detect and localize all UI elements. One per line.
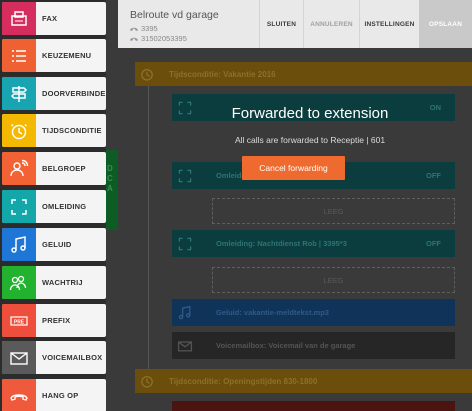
music-note-icon <box>172 299 198 326</box>
component-palette: FAX KEUZEMENU DOORVERBINDEN TIJDSCONDITI… <box>0 0 106 411</box>
flow-connector <box>148 80 149 390</box>
palette-item-label: DOORVERBINDEN <box>42 89 106 98</box>
palette-item-label: GELUID <box>42 240 72 249</box>
palette-item-belgroep[interactable]: BELGROEP <box>2 152 106 185</box>
palette-item-wachtrij[interactable]: WACHTRIJ <box>2 266 106 299</box>
music-note-icon <box>2 228 36 261</box>
voicemail-icon <box>172 332 198 359</box>
empty-slot[interactable]: LEEG <box>212 198 455 224</box>
palette-item-geluid[interactable]: GELUID <box>2 228 106 261</box>
node-label: Geluid: vakantie-meldtekst.mp3 <box>216 308 329 317</box>
number-line: 31502053395 <box>130 34 259 43</box>
time-condition-row[interactable]: Tijdsconditie: Vakantie 2016 <box>135 62 472 86</box>
modal-message: All calls are forwarded to Receptie | 60… <box>234 135 386 145</box>
settings-button[interactable]: INSTELLINGEN <box>359 0 419 48</box>
clock-icon <box>135 62 159 86</box>
sound-node[interactable]: Geluid: vakantie-meldtekst.mp3 <box>172 299 455 326</box>
palette-item-doorverbinden[interactable]: DOORVERBINDEN <box>2 77 106 110</box>
hang-up-icon <box>2 379 36 411</box>
node-label: Omleiding: Nachtdienst Rob | 3395*3 <box>216 239 347 248</box>
next-node[interactable] <box>172 401 455 411</box>
fax-icon <box>2 2 36 35</box>
queue-icon <box>2 266 36 299</box>
palette-item-fax[interactable]: FAX <box>2 2 106 35</box>
node-state: OFF <box>426 239 441 248</box>
modal-title: Forwarded to extension <box>231 105 389 122</box>
cancel-button[interactable]: ANNULEREN <box>303 0 359 48</box>
voicemail-icon <box>2 341 36 374</box>
palette-item-label: KEUZEMENU <box>42 51 92 60</box>
panel-text: D <box>107 164 113 173</box>
svg-text:PRE: PRE <box>14 319 25 325</box>
prefix-icon: PRE <box>2 304 36 337</box>
palette-item-label: WACHTRIJ <box>42 278 83 287</box>
palette-item-label: VOICEMAILBOX <box>42 353 103 362</box>
route-info: Belroute vd garage 3395 31502053395 <box>118 0 259 48</box>
panel-text: C <box>107 174 113 183</box>
palette-item-keuzemenu[interactable]: KEUZEMENU <box>2 39 106 72</box>
empty-slot[interactable]: LEEG <box>212 267 455 293</box>
menu-list-icon <box>2 39 36 72</box>
redirect-icon <box>172 230 198 257</box>
palette-item-omleiding[interactable]: OMLEIDING <box>2 190 106 223</box>
time-condition-row[interactable]: Tijdsconditie: Openingstijden 830-1800 <box>135 369 472 393</box>
phone-icon <box>130 27 138 31</box>
route-title: Belroute vd garage <box>130 9 219 21</box>
palette-item-label: TIJDSCONDITIE <box>42 126 102 135</box>
palette-item-label: OMLEIDING <box>42 202 87 211</box>
clock-icon <box>2 114 36 147</box>
extension-line: 3395 <box>130 24 259 33</box>
close-button[interactable]: SLUITEN <box>259 0 303 48</box>
group-call-icon <box>2 152 36 185</box>
number-value: 31502053395 <box>141 34 187 43</box>
voicemail-node[interactable]: Voicemailbox: Voicemail van de garage <box>172 332 455 359</box>
redirect-icon <box>2 190 36 223</box>
node-label: Voicemailbox: Voicemail van de garage <box>216 341 356 350</box>
redirect-node[interactable]: Omleiding: Nachtdienst Rob | 3395*3 OFF <box>172 230 455 257</box>
route-header: Belroute vd garage 3395 31502053395 SLUI… <box>118 0 472 48</box>
palette-item-prefix[interactable]: PRE PREFIX <box>2 304 106 337</box>
cancel-forwarding-button[interactable]: Cancel forwarding <box>242 156 345 180</box>
signpost-icon <box>2 77 36 110</box>
palette-item-hang-op[interactable]: HANG OP <box>2 379 106 411</box>
palette-item-label: HANG OP <box>42 391 79 400</box>
palette-item-label: BELGROEP <box>42 164 86 173</box>
palette-item-label: FAX <box>42 14 58 23</box>
forwarding-modal: Forwarded to extension All calls are for… <box>160 100 460 190</box>
palette-item-tijdsconditie[interactable]: TIJDSCONDITIE <box>2 114 106 147</box>
save-button[interactable]: OPSLAAN <box>419 0 472 48</box>
background-panel: D C A <box>106 150 118 230</box>
clock-icon <box>135 369 159 393</box>
palette-item-label: PREFIX <box>42 316 71 325</box>
panel-text: A <box>107 184 113 193</box>
extension-value: 3395 <box>141 24 158 33</box>
time-condition-label: Tijdsconditie: Openingstijden 830-1800 <box>169 376 318 386</box>
phone-icon <box>130 37 138 41</box>
time-condition-label: Tijdsconditie: Vakantie 2016 <box>169 69 276 79</box>
palette-item-voicemailbox[interactable]: VOICEMAILBOX <box>2 341 106 374</box>
